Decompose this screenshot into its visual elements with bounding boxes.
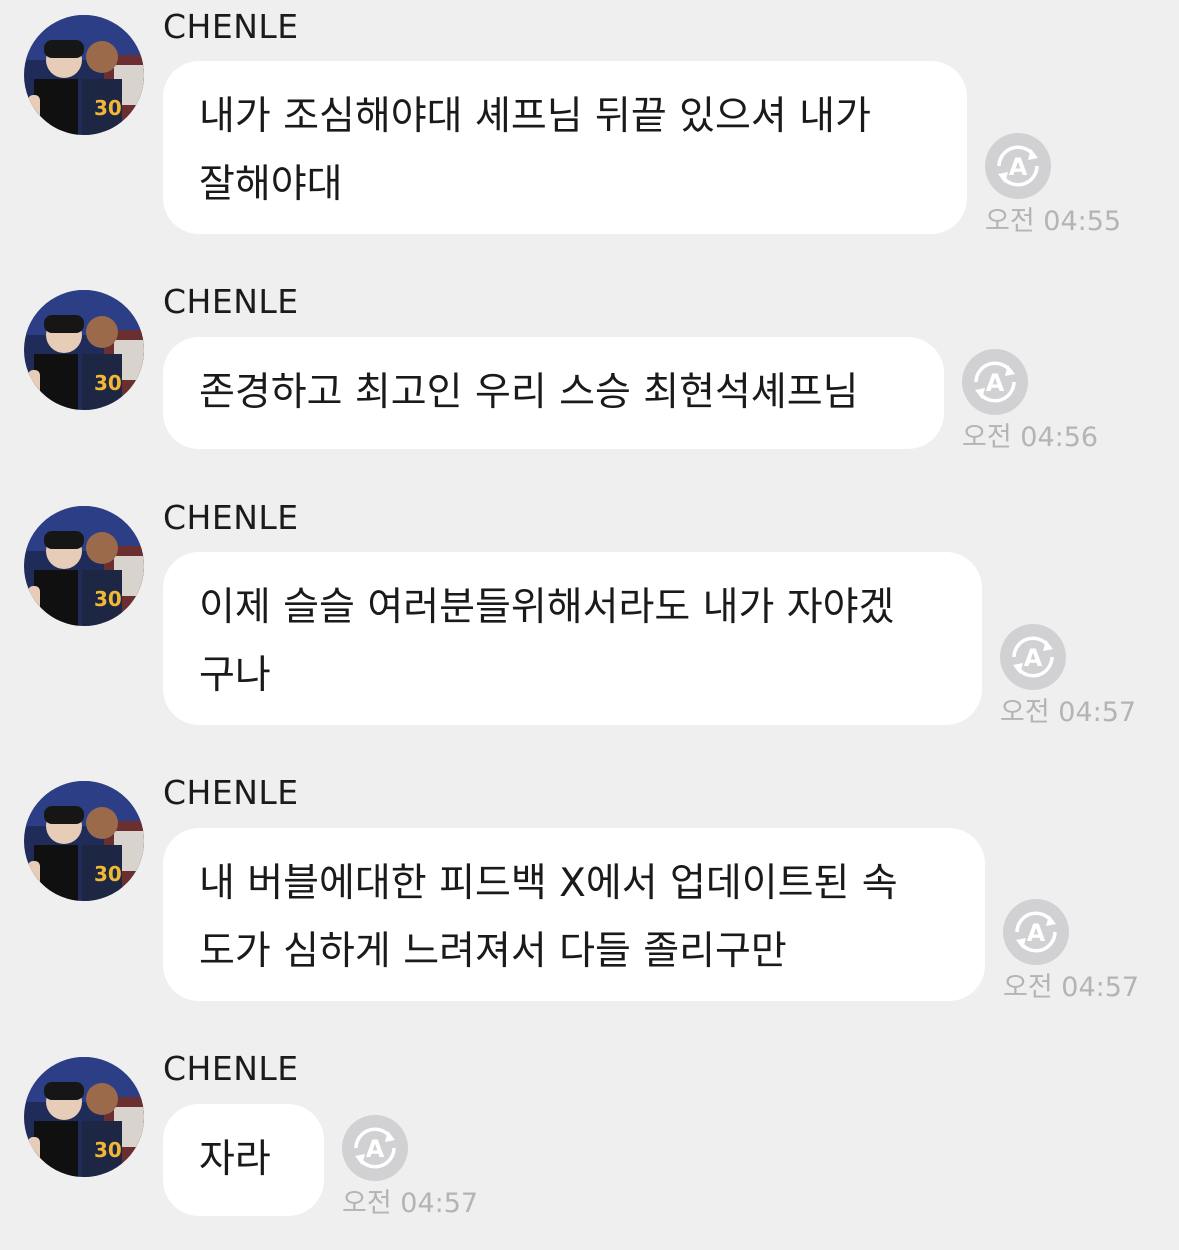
timestamp: 오전 04:56	[962, 422, 1099, 453]
auto-translate-icon[interactable]: A	[985, 133, 1051, 199]
message-text-line: 도가 심하게 느려져서 다들 졸리구만	[199, 929, 787, 974]
sender-name: CHENLE	[163, 1049, 299, 1088]
auto-translate-icon[interactable]: A	[1003, 899, 1069, 965]
timestamp: 오전 04:55	[985, 206, 1122, 237]
svg-text:A: A	[1027, 919, 1046, 947]
avatar[interactable]: 30	[24, 781, 144, 901]
avatar[interactable]: 30	[24, 1057, 144, 1177]
avatar-image: 30	[24, 1057, 144, 1177]
svg-text:30: 30	[94, 371, 122, 395]
message-text-line: 자라	[199, 1137, 271, 1182]
message-bubble[interactable]: 자라	[163, 1104, 324, 1216]
timestamp: 오전 04:57	[1003, 972, 1140, 1003]
message-text-line: 내가 조심해야대 셰프님 뒤끝 있으셔 내가	[199, 94, 871, 139]
sender-name: CHENLE	[163, 7, 299, 46]
message-bubble[interactable]: 이제 슬슬 여러분들위해서라도 내가 자야겠 구나	[163, 552, 982, 725]
svg-text:30: 30	[94, 862, 122, 886]
avatar-image: 30	[24, 781, 144, 901]
sender-name: CHENLE	[163, 282, 299, 321]
auto-translate-icon[interactable]: A	[962, 349, 1028, 415]
svg-text:A: A	[986, 369, 1005, 397]
message-text-line: 존경하고 최고인 우리 스승 최현석셰프님	[199, 370, 859, 415]
avatar[interactable]: 30	[24, 506, 144, 626]
avatar[interactable]: 30	[24, 290, 144, 410]
sender-name: CHENLE	[163, 773, 299, 812]
avatar-image: 30	[24, 290, 144, 410]
avatar-image: 30	[24, 15, 144, 135]
auto-translate-icon[interactable]: A	[1000, 624, 1066, 690]
sender-name: CHENLE	[163, 498, 299, 537]
message-bubble[interactable]: 존경하고 최고인 우리 스승 최현석셰프님	[163, 337, 944, 449]
message-bubble[interactable]: 내 버블에대한 피드백 X에서 업데이트된 속 도가 심하게 느려져서 다들 졸…	[163, 828, 985, 1001]
auto-translate-icon[interactable]: A	[342, 1115, 408, 1181]
message-bubble[interactable]: 내가 조심해야대 셰프님 뒤끝 있으셔 내가 잘해야대	[163, 61, 967, 234]
avatar-image: 30	[24, 506, 144, 626]
svg-text:30: 30	[94, 1138, 122, 1162]
svg-text:30: 30	[94, 587, 122, 611]
message-text-line: 구나	[199, 653, 271, 698]
svg-text:30: 30	[94, 96, 122, 120]
message-text-line: 내 버블에대한 피드백 X에서 업데이트된 속	[199, 861, 898, 906]
avatar[interactable]: 30	[24, 15, 144, 135]
timestamp: 오전 04:57	[1000, 697, 1137, 728]
svg-text:A: A	[1024, 644, 1043, 672]
timestamp: 오전 04:57	[342, 1188, 479, 1219]
svg-text:A: A	[366, 1135, 385, 1163]
message-text-line: 잘해야대	[199, 162, 343, 207]
message-text-line: 이제 슬슬 여러분들위해서라도 내가 자야겠	[199, 585, 895, 630]
svg-text:A: A	[1009, 153, 1028, 181]
